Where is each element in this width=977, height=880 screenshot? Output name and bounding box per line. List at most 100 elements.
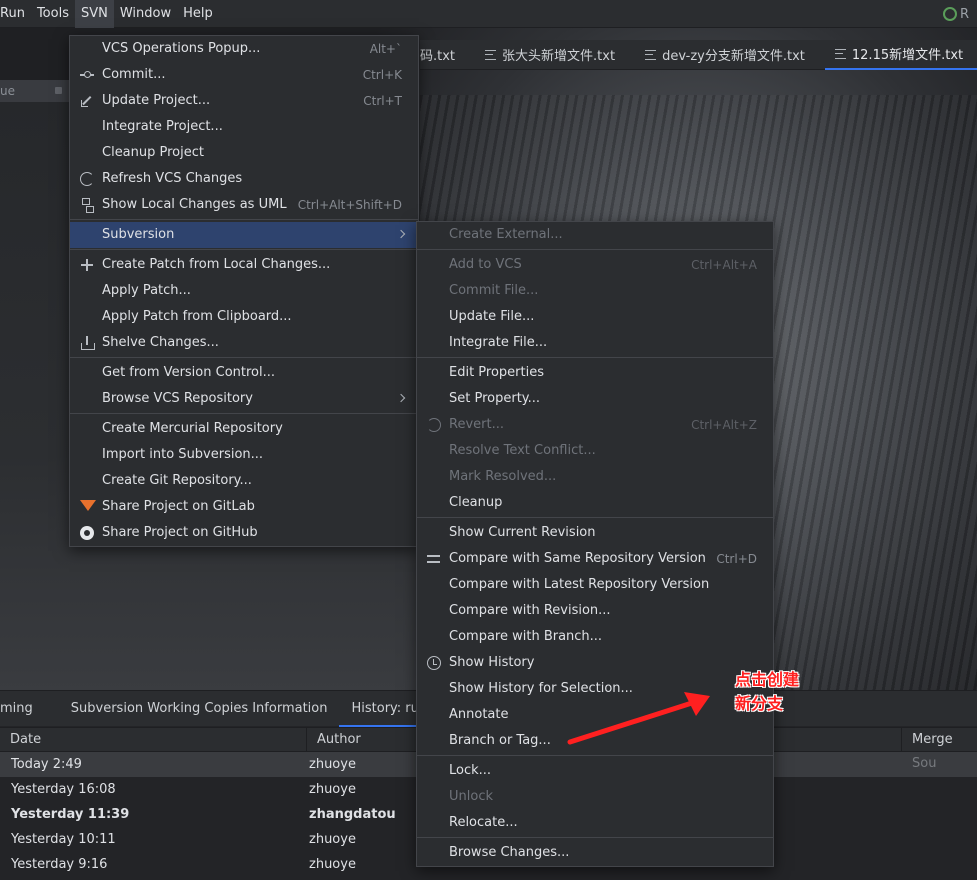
menu-item-apply-patch[interactable]: Apply Patch... [70, 278, 418, 304]
menu-item-label: Compare with Same Repository Version [449, 551, 706, 566]
menu-item-label: Add to VCS [449, 257, 522, 272]
menu-item-edit-properties[interactable]: Edit Properties [417, 360, 773, 386]
menu-tools[interactable]: Tools [31, 0, 75, 28]
chevron-right-icon [396, 393, 406, 403]
menu-separator [417, 249, 773, 250]
shortcut-label: Ctrl+Alt+Shift+D [297, 198, 402, 212]
menu-item-import-into-subversion[interactable]: Import into Subversion... [70, 442, 418, 468]
menu-item-label: Show Local Changes as UML [102, 197, 287, 212]
menu-item-set-property[interactable]: Set Property... [417, 386, 773, 412]
menu-item-label: Browse VCS Repository [102, 391, 253, 406]
menu-item-compare-with-branch[interactable]: Compare with Branch... [417, 624, 773, 650]
menu-item-label: Create Mercurial Repository [102, 421, 283, 436]
menu-item-cleanup[interactable]: Cleanup [417, 490, 773, 516]
tab-label: dev-zy分支新增文件.txt [662, 49, 805, 64]
menu-separator [417, 357, 773, 358]
menu-item-label: Branch or Tag... [449, 733, 551, 748]
tab-label: 码.txt [420, 49, 456, 64]
menu-item-label: Subversion [102, 227, 175, 242]
menu-window[interactable]: Window [114, 0, 177, 28]
menu-item-show-local-changes-uml[interactable]: Show Local Changes as UML Ctrl+Alt+Shift… [70, 192, 418, 218]
revert-icon [427, 418, 441, 432]
shortcut-label: Ctrl+K [362, 68, 402, 82]
cell-date: Yesterday 16:08 [11, 782, 116, 797]
menu-item-label: Revert... [449, 417, 504, 432]
menu-run[interactable]: Run [0, 0, 31, 28]
editor-tab-active[interactable]: 12.15新增文件.txt [824, 40, 977, 70]
menu-item-integrate-file[interactable]: Integrate File... [417, 330, 773, 356]
menu-item-create-git-repository[interactable]: Create Git Repository... [70, 468, 418, 494]
menu-item-update-project[interactable]: Update Project... Ctrl+T [70, 88, 418, 114]
menu-item-shelve-changes[interactable]: Shelve Changes... [70, 330, 418, 356]
menu-item-label: Integrate File... [449, 335, 548, 350]
menu-item-update-file[interactable]: Update File... [417, 304, 773, 330]
column-author[interactable]: Author [306, 728, 416, 752]
svn-menu: VCS Operations Popup... Alt+` Commit... … [69, 35, 419, 547]
menu-separator [70, 219, 418, 220]
editor-tab[interactable]: 张大头新增文件.txt [475, 40, 635, 70]
menu-item-create-external: Create External... [417, 222, 773, 248]
update-icon [80, 94, 94, 108]
menu-item-apply-patch-clipboard[interactable]: Apply Patch from Clipboard... [70, 304, 418, 330]
menu-item-commit[interactable]: Commit... Ctrl+K [70, 62, 418, 88]
menu-item-label: VCS Operations Popup... [102, 41, 261, 56]
column-merge-source[interactable]: Merge Sou [901, 728, 977, 771]
menu-item-subversion[interactable]: Subversion [70, 222, 418, 248]
menu-item-compare-same-repository-version[interactable]: Compare with Same Repository Version Ctr… [417, 546, 773, 572]
menu-item-compare-latest-repository-version[interactable]: Compare with Latest Repository Version [417, 572, 773, 598]
menu-item-browse-vcs-repository[interactable]: Browse VCS Repository [70, 386, 418, 412]
menu-item-label: Browse Changes... [449, 845, 570, 860]
editor-tab[interactable]: 码.txt [420, 40, 475, 70]
menu-help[interactable]: Help [177, 0, 219, 28]
menu-item-share-gitlab[interactable]: Share Project on GitLab [70, 494, 418, 520]
menu-item-label: Refresh VCS Changes [102, 171, 243, 186]
menu-item-create-mercurial-repository[interactable]: Create Mercurial Repository [70, 416, 418, 442]
refresh-icon [80, 172, 94, 186]
menu-item-label: Annotate [449, 707, 509, 722]
menu-item-vcs-operations-popup[interactable]: VCS Operations Popup... Alt+` [70, 36, 418, 62]
annotation-text: 点击创建 新分支 [735, 668, 825, 716]
menu-separator [417, 755, 773, 756]
menu-item-create-patch[interactable]: Create Patch from Local Changes... [70, 252, 418, 278]
menu-item-share-github[interactable]: Share Project on GitHub [70, 520, 418, 546]
tool-tab[interactable]: ming [0, 691, 45, 727]
editor-tab[interactable]: dev-zy分支新增文件.txt [635, 40, 825, 70]
menu-item-label: Update Project... [102, 93, 211, 108]
annotation-arrow-icon [567, 692, 710, 745]
menu-item-get-from-vcs[interactable]: Get from Version Control... [70, 360, 418, 386]
annotation-line-2: 新分支 [735, 694, 784, 713]
menu-item-label: Unlock [449, 789, 493, 804]
cell-author: zhuoye [309, 757, 356, 772]
menu-separator [70, 357, 418, 358]
menu-item-browse-changes[interactable]: Browse Changes... [417, 840, 773, 866]
menu-item-label: Show Current Revision [449, 525, 596, 540]
cell-date: Today 2:49 [11, 757, 82, 772]
menu-item-lock[interactable]: Lock... [417, 758, 773, 784]
menu-item-label: Resolve Text Conflict... [449, 443, 596, 458]
shelve-icon [80, 336, 95, 350]
menu-item-refresh-vcs-changes[interactable]: Refresh VCS Changes [70, 166, 418, 192]
text-file-icon [834, 48, 846, 59]
menu-item-compare-with-revision[interactable]: Compare with Revision... [417, 598, 773, 624]
tool-tab-working-copies[interactable]: Subversion Working Copies Information [45, 691, 340, 727]
editor-tabs: 码.txt 张大头新增文件.txt dev-zy分支新增文件.txt 12.15… [420, 40, 977, 70]
run-widget[interactable]: R [943, 4, 977, 24]
menu-item-show-history[interactable]: Show History [417, 650, 773, 676]
menu-item-cleanup-project[interactable]: Cleanup Project [70, 140, 418, 166]
menu-separator [417, 517, 773, 518]
column-date[interactable]: Date [0, 728, 306, 752]
shortcut-label: Ctrl+Alt+A [691, 258, 757, 272]
menu-item-label: Set Property... [449, 391, 541, 406]
menu-item-resolve-text-conflict: Resolve Text Conflict... [417, 438, 773, 464]
close-icon[interactable] [55, 87, 62, 94]
menu-item-label: Lock... [449, 763, 492, 778]
menu-item-show-current-revision[interactable]: Show Current Revision [417, 520, 773, 546]
menu-item-label: Get from Version Control... [102, 365, 276, 380]
run-widget-label: R [960, 6, 970, 22]
uml-icon [80, 198, 94, 213]
menu-svn[interactable]: SVN [74, 0, 114, 28]
menu-item-relocate[interactable]: Relocate... [417, 810, 773, 836]
menu-item-integrate-project[interactable]: Integrate Project... [70, 114, 418, 140]
menu-item-label: Create External... [449, 227, 563, 242]
menu-item-revert: Revert... Ctrl+Alt+Z [417, 412, 773, 438]
